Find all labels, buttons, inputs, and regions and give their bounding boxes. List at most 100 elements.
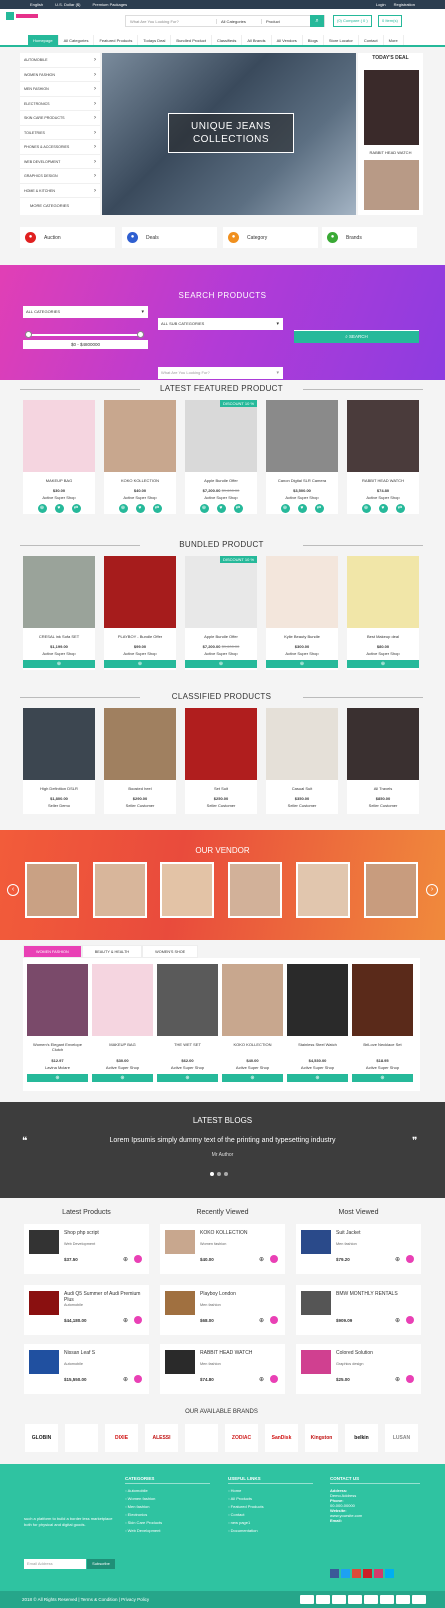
vendor-avatar[interactable] (364, 862, 418, 918)
shop-name[interactable]: Lavina Mclare (27, 1065, 88, 1072)
search-input[interactable]: What Are You Looking For? (126, 19, 216, 24)
product-name[interactable]: CRESAL ink Sofa SET (23, 634, 95, 644)
product-name[interactable]: Shop php script (64, 1230, 144, 1236)
subscribe-button[interactable]: Subscribe (87, 1559, 115, 1569)
mini-product[interactable]: RABBIT HEAD WATCH Men fashion $74.80 ⊕ (160, 1344, 285, 1394)
add-to-cart-button[interactable]: ⊕ (92, 1074, 153, 1082)
product-image[interactable] (347, 556, 419, 628)
product-card[interactable]: Boosted heel $290.00 Seller Customer (104, 708, 176, 814)
product-image[interactable] (301, 1230, 331, 1254)
product-image[interactable] (301, 1350, 331, 1374)
product-name[interactable]: Colored Solution (336, 1350, 416, 1356)
slider-handle-min[interactable] (25, 331, 32, 338)
nav-item[interactable]: Store Locator (324, 35, 359, 45)
language-select[interactable]: English (30, 2, 43, 7)
product-name[interactable]: Canon Digital SLR Camera (266, 478, 338, 488)
product-image[interactable] (27, 964, 88, 1036)
product-image[interactable] (185, 708, 257, 780)
product-image[interactable] (165, 1350, 195, 1374)
heart-icon[interactable] (134, 1375, 142, 1383)
tab-1[interactable]: BEAUTY & HEALTH (81, 945, 143, 958)
cart-icon[interactable]: ⊕ (395, 1256, 400, 1263)
shop-name[interactable]: Active Super Shop (266, 651, 338, 658)
brand-logo[interactable]: ALESSI (145, 1424, 178, 1452)
category-item[interactable]: WOMEN FASHION (20, 68, 100, 82)
login-link[interactable]: Login (376, 2, 386, 7)
skype-icon[interactable] (385, 1569, 394, 1578)
quick-link[interactable]: ● Category (223, 227, 318, 248)
product-name[interactable]: Apple Bundle Offer (185, 478, 257, 488)
search-type-select[interactable]: Product (261, 18, 284, 24)
product-name[interactable]: BMW MONTHLY RENTALS (336, 1291, 416, 1297)
product-card[interactable]: RABBIT HEAD WATCH $74.80 Active Super Shop… (347, 400, 419, 514)
product-image[interactable] (23, 708, 95, 780)
vendor-prev-arrow[interactable]: ‹ (7, 884, 19, 896)
product-image[interactable] (266, 400, 338, 472)
cart-icon[interactable]: ⊕ (361, 503, 371, 513)
blog-dot[interactable] (224, 1172, 228, 1176)
shop-name[interactable]: Seller Customer (185, 803, 257, 810)
footer-useful-link[interactable]: All Products (228, 1496, 313, 1504)
product-card[interactable]: Canon Digital SLR Camera $3,500.00 Active … (266, 400, 338, 514)
shop-name[interactable]: Active Super Shop (23, 495, 95, 502)
deal-image[interactable] (364, 70, 419, 145)
cart-icon[interactable]: ⊕ (123, 1376, 128, 1383)
vendor-avatar[interactable] (25, 862, 79, 918)
product-image[interactable] (266, 556, 338, 628)
product-card[interactable]: CRESAL ink Sofa SET $1,199.00 Active Super… (23, 556, 95, 670)
cart-icon[interactable]: ⊕ (259, 1376, 264, 1383)
shop-name[interactable]: Active Super Shop (185, 495, 257, 502)
shop-name[interactable]: Active Super Shop (347, 495, 419, 502)
product-name[interactable]: Stainless Steel Watch (287, 1042, 348, 1058)
product-image[interactable] (266, 708, 338, 780)
product-card[interactable]: High Definition DSLR $1,800.00 Seller Demo (23, 708, 95, 814)
shop-name[interactable]: Active Super Shop (287, 1065, 348, 1072)
shop-name[interactable]: Active Super Shop (347, 651, 419, 658)
cart-icon[interactable]: ⊕ (395, 1376, 400, 1383)
category-item[interactable]: GRAPHICS DESIGN (20, 169, 100, 184)
cart-icon[interactable]: ⊕ (37, 503, 47, 513)
product-image[interactable] (23, 556, 95, 628)
search-bar[interactable]: What Are You Looking For? All Categories… (125, 15, 325, 27)
shop-name[interactable]: Seller Customer (104, 803, 176, 810)
compare-icon[interactable]: ⇄ (314, 503, 324, 513)
product-image[interactable] (287, 964, 348, 1036)
tab-product-card[interactable]: MAKEUP BAG $30.00 Active Super Shop ⊕ (92, 964, 153, 1084)
product-name[interactable]: Kylie Beauty Bundle (266, 634, 338, 644)
quick-link[interactable]: ● Deals (122, 227, 217, 248)
product-image[interactable] (104, 556, 176, 628)
compare-icon[interactable]: ⇄ (152, 503, 162, 513)
mini-product[interactable]: BMW MONTHLY RENTALS $909.09 ⊕ (296, 1285, 421, 1335)
instagram-icon[interactable] (374, 1569, 383, 1578)
keyword-input[interactable]: What Are You Looking For? (158, 367, 283, 379)
search-category-select[interactable]: All Categories (216, 18, 261, 24)
mini-product[interactable]: Colored Solution Graphics design $25.00 ⊕ (296, 1344, 421, 1394)
nav-item[interactable]: Homepage (28, 35, 59, 45)
footer-useful-link[interactable]: Contact (228, 1512, 313, 1520)
cart-icon[interactable]: ⊕ (199, 503, 209, 513)
blog-dot[interactable] (210, 1172, 214, 1176)
add-to-cart-button[interactable]: ⊕ (185, 660, 257, 668)
tab-0[interactable]: WOMEN FASHION (23, 945, 82, 958)
shop-name[interactable]: Seller Customer (347, 803, 419, 810)
product-name[interactable]: KOKO KOLLECTION (222, 1042, 283, 1058)
product-image[interactable] (104, 708, 176, 780)
tab-product-card[interactable]: THE WET SET $62.00 Active Super Shop ⊕ (157, 964, 218, 1084)
heart-icon[interactable]: ♥ (135, 503, 145, 513)
nav-item[interactable]: All Brands (242, 35, 272, 45)
deal-image-2[interactable] (364, 160, 419, 210)
add-to-cart-button[interactable]: ⊕ (347, 660, 419, 668)
brand-logo[interactable]: GLOBIN (25, 1424, 58, 1452)
category-item[interactable]: HOME & KITCHEN (20, 184, 100, 198)
nav-item[interactable]: Featured Products (94, 35, 139, 45)
product-image[interactable] (352, 964, 413, 1036)
category-item[interactable]: SKIN CARE PRODUCTS (20, 111, 100, 126)
product-image[interactable] (92, 964, 153, 1036)
product-card[interactable]: DISCOUNT 10 % Apple Bundle Offer $7,200.00… (185, 556, 257, 670)
product-name[interactable]: All Travels (347, 786, 419, 796)
product-card[interactable]: PLAYBOY - Bundle Offer $99.00 Active Super… (104, 556, 176, 670)
pinterest-icon[interactable] (363, 1569, 372, 1578)
shop-name[interactable]: Active Super Shop (222, 1065, 283, 1072)
search-button[interactable]: ⌕ (310, 15, 324, 27)
compare-button[interactable]: (0) Compare ( 0 ) (333, 15, 372, 27)
